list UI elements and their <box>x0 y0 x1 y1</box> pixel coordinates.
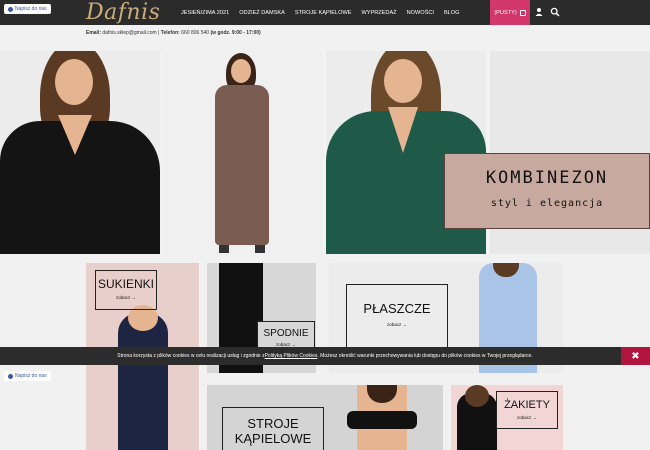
close-icon: ✖ <box>631 350 640 362</box>
hero-photo-black-jumpsuit <box>0 51 160 254</box>
hero-title: KOMBINEZON <box>485 168 609 188</box>
category-tile-stroje-kapielowe[interactable]: STROJE KĄPIELOWE <box>207 385 443 450</box>
cart-button[interactable]: (PUSTY) <box>490 0 530 25</box>
label-box-sukienki: SUKIENKI zobacz → <box>95 270 157 310</box>
tile-photo-navy-dress <box>118 313 168 450</box>
category-title-stroje: STROJE KĄPIELOWE <box>234 416 312 446</box>
floating-write-to-us-button[interactable]: Napisz do nas <box>4 371 51 381</box>
write-to-us-button[interactable]: Napisz do nas <box>4 4 51 14</box>
phone-value[interactable]: 660 806 540 <box>181 30 209 36</box>
cart-label: (PUSTY) <box>494 9 517 16</box>
label-box-zakiety: ŻAKIETY zobacz → <box>496 391 558 429</box>
floating-write-to-us-label: Napisz do nas <box>15 373 47 379</box>
search-icon[interactable] <box>550 7 560 17</box>
arrow-right-icon: → <box>131 295 137 300</box>
hero-subtitle: styl i elegancja <box>490 198 604 209</box>
category-link-zakiety[interactable]: zobacz → <box>497 415 557 420</box>
cookie-policy-link[interactable]: Polityką Plików Cookies <box>265 353 318 359</box>
main-nav: JESIEŃ/ZIMA 2021 ODZIEŻ DAMSKA STROJE KĄ… <box>176 0 465 25</box>
cookie-text-after: . Możesz określić warunki przechowywania… <box>317 353 533 359</box>
write-to-us-label: Napisz do nas <box>15 6 47 12</box>
category-tile-zakiety[interactable]: ŻAKIETY zobacz → <box>451 385 563 450</box>
hero-photo-brown-jumpsuit <box>163 51 323 254</box>
user-icon[interactable] <box>534 7 544 17</box>
nav-item-stroje-kapielowe[interactable]: STROJE KĄPIELOWE <box>290 10 357 16</box>
phone-label: Telefon: <box>160 30 180 36</box>
nav-item-odziez-damska[interactable]: ODZIEŻ DAMSKA <box>234 10 290 16</box>
category-link-plaszcze[interactable]: zobacz → <box>347 322 447 327</box>
tile-photo-black-bikini <box>347 411 417 429</box>
cookie-bar: Strona korzysta z plików cookies w celu … <box>0 347 650 365</box>
email-value[interactable]: dafnis.sklep@gmail.com <box>102 30 156 36</box>
contact-separator: | <box>158 30 160 36</box>
category-title-spodnie: SPODNIE <box>263 328 309 339</box>
hours: (w godz. 9:00 - 17:00) <box>210 30 261 36</box>
arrow-right-icon: → <box>402 322 408 327</box>
shopping-bag-icon <box>519 9 526 16</box>
category-title-plaszcze: PŁASZCZE <box>363 301 431 316</box>
nav-item-wyprzedaz[interactable]: WYPRZEDAŻ <box>356 10 401 16</box>
chat-icon <box>8 373 13 379</box>
nav-item-blog[interactable]: BLOG <box>439 10 465 16</box>
logo[interactable]: Dafnis <box>86 0 160 25</box>
arrow-right-icon: → <box>532 415 538 420</box>
label-box-stroje: STROJE KĄPIELOWE <box>222 407 324 450</box>
cookie-text-before: Strona korzysta z plików cookies w celu … <box>117 353 265 359</box>
cookie-close-button[interactable]: ✖ <box>621 347 650 365</box>
label-box-plaszcze: PŁASZCZE zobacz → <box>346 284 448 348</box>
category-title-zakiety: ŻAKIETY <box>504 399 550 411</box>
tile-photo-hair <box>465 385 489 407</box>
email-label: Email: <box>86 30 102 36</box>
hero-caption-box: KOMBINEZON styl i elegancja <box>444 153 650 229</box>
category-link-sukienki[interactable]: zobacz → <box>96 295 156 300</box>
contact-info: Email: dafnis.sklep@gmail.com | Telefon:… <box>86 30 261 36</box>
chat-icon <box>8 6 13 12</box>
nav-item-jesien-zima[interactable]: JESIEŃ/ZIMA 2021 <box>176 10 234 16</box>
nav-item-nowosci[interactable]: NOWOŚCI <box>402 10 439 16</box>
category-title-sukienki: SUKIENKI <box>97 277 154 291</box>
